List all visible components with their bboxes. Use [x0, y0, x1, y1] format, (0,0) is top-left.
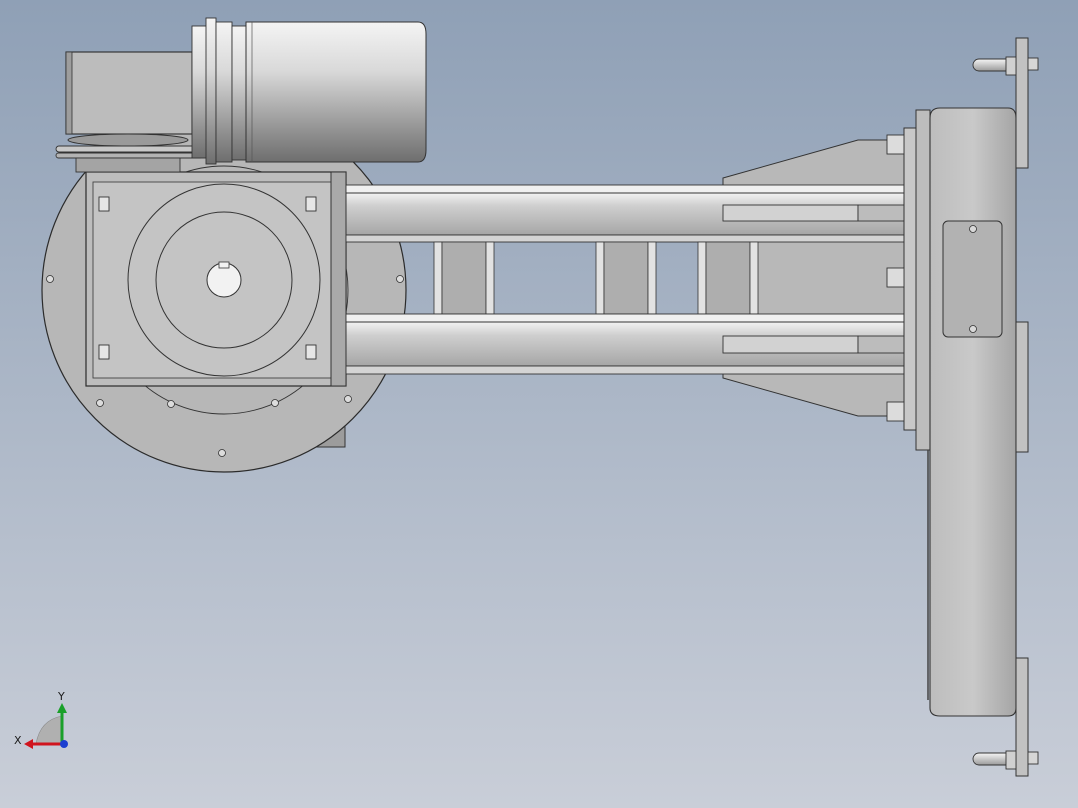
cad-model-drawing: Y X	[14, 17, 1039, 777]
y-axis-arrow-head	[57, 703, 67, 713]
x-axis-label: X	[14, 734, 22, 747]
cad-viewport[interactable]: Y X	[0, 0, 1078, 808]
x-axis-arrow-head	[24, 739, 33, 749]
mounting-plate	[85, 171, 347, 387]
z-axis-dot	[60, 740, 68, 748]
vertical-rail	[927, 37, 1029, 777]
coordinate-triad: Y X	[14, 690, 68, 749]
motor-housing	[191, 17, 427, 165]
lower-rail	[345, 313, 907, 375]
upper-rail	[345, 184, 907, 243]
y-axis-label: Y	[57, 690, 65, 703]
gear-motor	[55, 51, 203, 173]
frame-cross-bars	[433, 241, 759, 315]
